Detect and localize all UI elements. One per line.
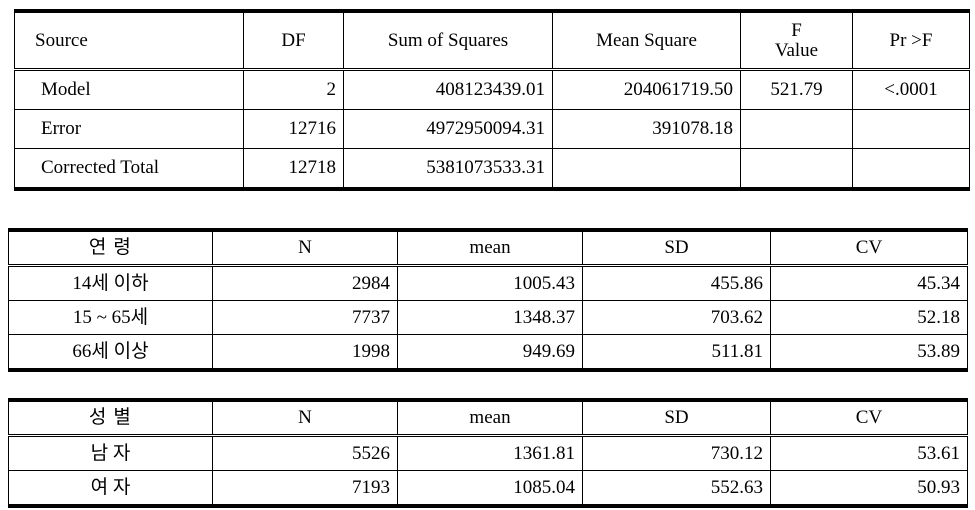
sex-cell-mean: 1085.04 <box>397 470 583 508</box>
age-header-n: N <box>212 228 398 266</box>
anova-cell-mean-square: 204061719.50 <box>552 68 741 110</box>
table-row: 남 자 5526 1361.81 730.12 53.61 <box>8 434 968 471</box>
sex-header-sd: SD <box>582 398 771 436</box>
anova-cell-df: 12716 <box>243 109 344 149</box>
anova-cell-f-value: 521.79 <box>740 68 853 110</box>
sex-cell-sd: 552.63 <box>582 470 771 508</box>
table-row: Error 12716 4972950094.31 391078.18 <box>14 109 970 149</box>
sex-cell-cv: 50.93 <box>770 470 968 508</box>
anova-cell-sum-of-squares: 408123439.01 <box>343 68 553 110</box>
anova-cell-f-value <box>740 148 853 191</box>
anova-cell-pr-f <box>852 109 970 149</box>
age-cell-mean: 1348.37 <box>397 300 583 335</box>
age-header-mean: mean <box>397 228 583 266</box>
age-cell-n: 1998 <box>212 334 398 372</box>
anova-cell-source: Model <box>14 68 244 110</box>
anova-header-f-value-line1: F <box>791 19 802 41</box>
sex-cell-cv: 53.61 <box>770 434 968 471</box>
sex-header-cv: CV <box>770 398 968 436</box>
table-row: 14세 이하 2984 1005.43 455.86 45.34 <box>8 264 968 301</box>
age-cell-n: 2984 <box>212 264 398 301</box>
age-cell-group: 15 ~ 65세 <box>8 300 213 335</box>
age-cell-cv: 45.34 <box>770 264 968 301</box>
age-header-sd: SD <box>582 228 771 266</box>
anova-cell-sum-of-squares: 5381073533.31 <box>343 148 553 191</box>
anova-header-f-value-line2: Value <box>774 39 819 61</box>
sex-header-n: N <box>212 398 398 436</box>
sex-header-group: 성 별 <box>8 398 213 436</box>
document-page: Source DF Sum of Squares Mean Square F V… <box>0 0 975 510</box>
anova-cell-mean-square <box>552 148 741 191</box>
anova-cell-pr-f <box>852 148 970 191</box>
sex-header-row: 성 별 N mean SD CV <box>8 398 968 436</box>
age-cell-mean: 1005.43 <box>397 264 583 301</box>
sex-statistics-table: 성 별 N mean SD CV 남 자 5526 1361.81 730.12… <box>8 398 968 508</box>
anova-header-mean-square: Mean Square <box>552 9 741 70</box>
sex-cell-n: 7193 <box>212 470 398 508</box>
sex-table-container: 성 별 N mean SD CV 남 자 5526 1361.81 730.12… <box>8 398 968 508</box>
age-header-row: 연 령 N mean SD CV <box>8 228 968 266</box>
table-row: Model 2 408123439.01 204061719.50 521.79… <box>14 68 970 110</box>
sex-cell-group: 여 자 <box>8 470 213 508</box>
sex-header-mean: mean <box>397 398 583 436</box>
age-statistics-table: 연 령 N mean SD CV 14세 이하 2984 1005.43 455… <box>8 228 968 372</box>
anova-cell-pr-f: <.0001 <box>852 68 970 110</box>
age-cell-cv: 52.18 <box>770 300 968 335</box>
sex-cell-mean: 1361.81 <box>397 434 583 471</box>
anova-header-row: Source DF Sum of Squares Mean Square F V… <box>14 9 970 70</box>
table-row: 15 ~ 65세 7737 1348.37 703.62 52.18 <box>8 300 968 335</box>
anova-header-sum-of-squares: Sum of Squares <box>343 9 553 70</box>
age-cell-group: 14세 이하 <box>8 264 213 301</box>
sex-cell-sd: 730.12 <box>582 434 771 471</box>
age-header-cv: CV <box>770 228 968 266</box>
age-table-container: 연 령 N mean SD CV 14세 이하 2984 1005.43 455… <box>8 228 968 372</box>
age-cell-n: 7737 <box>212 300 398 335</box>
age-header-group: 연 령 <box>8 228 213 266</box>
age-cell-sd: 455.86 <box>582 264 771 301</box>
table-row: Corrected Total 12718 5381073533.31 <box>14 148 970 191</box>
anova-cell-mean-square: 391078.18 <box>552 109 741 149</box>
anova-header-df: DF <box>243 9 344 70</box>
sex-cell-n: 5526 <box>212 434 398 471</box>
anova-cell-df: 2 <box>243 68 344 110</box>
anova-cell-sum-of-squares: 4972950094.31 <box>343 109 553 149</box>
anova-cell-source: Error <box>14 109 244 149</box>
age-cell-group: 66세 이상 <box>8 334 213 372</box>
anova-cell-source: Corrected Total <box>14 148 244 191</box>
anova-header-source: Source <box>14 9 244 70</box>
anova-header-pr-f: Pr >F <box>852 9 970 70</box>
age-cell-mean: 949.69 <box>397 334 583 372</box>
anova-header-f-value: F Value <box>740 9 853 70</box>
age-cell-sd: 511.81 <box>582 334 771 372</box>
anova-table: Source DF Sum of Squares Mean Square F V… <box>14 9 970 191</box>
age-cell-cv: 53.89 <box>770 334 968 372</box>
age-cell-sd: 703.62 <box>582 300 771 335</box>
anova-cell-f-value <box>740 109 853 149</box>
anova-cell-df: 12718 <box>243 148 344 191</box>
table-row: 여 자 7193 1085.04 552.63 50.93 <box>8 470 968 508</box>
table-row: 66세 이상 1998 949.69 511.81 53.89 <box>8 334 968 372</box>
anova-table-container: Source DF Sum of Squares Mean Square F V… <box>14 9 970 191</box>
sex-cell-group: 남 자 <box>8 434 213 471</box>
